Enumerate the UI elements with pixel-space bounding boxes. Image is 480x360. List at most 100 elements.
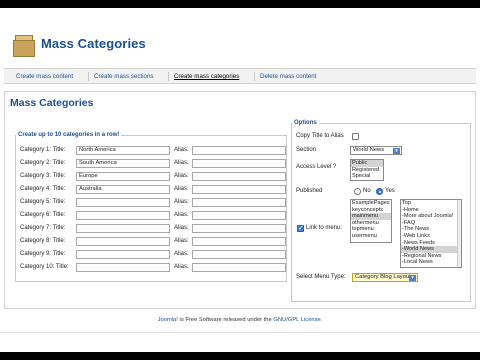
- joomla-link[interactable]: Joomla!: [158, 317, 178, 323]
- access-level-listbox[interactable]: Public Registered Special: [350, 159, 384, 181]
- category-alias-input[interactable]: [192, 172, 286, 181]
- menu-option[interactable]: keyconcepts: [351, 207, 391, 214]
- category-title-input[interactable]: Australia: [76, 185, 170, 194]
- category-label: Category 3: Title:: [20, 173, 66, 179]
- menu-item-option[interactable]: -The News: [401, 226, 461, 233]
- menu-item-option[interactable]: -News Feeds: [401, 240, 461, 247]
- menu-item-option[interactable]: -FAQ: [401, 220, 461, 227]
- published-no-radio[interactable]: [354, 188, 361, 195]
- section-select-value: World News: [353, 147, 385, 153]
- alias-label: Alias:: [174, 173, 189, 179]
- category-label: Category 1: Title:: [20, 147, 66, 153]
- category-alias-input[interactable]: [192, 198, 286, 207]
- category-label: Category 5: Title:: [20, 199, 66, 205]
- page-header: Mass Categories: [0, 8, 480, 64]
- menu-item-option[interactable]: -More about Joomla!: [401, 213, 461, 220]
- copy-title-label: Copy Title to Alias: [296, 133, 344, 139]
- access-level-option[interactable]: Special: [351, 173, 383, 180]
- menu-item-option[interactable]: -Local News: [401, 259, 461, 266]
- tab-create-mass-content[interactable]: Create mass content: [16, 73, 73, 80]
- menu-item-scrollbar[interactable]: [457, 200, 461, 267]
- category-label: Category 6: Title:: [20, 212, 66, 218]
- alias-label: Alias:: [174, 160, 189, 166]
- category-alias-input[interactable]: [192, 146, 286, 155]
- category-title-input[interactable]: [76, 224, 170, 233]
- menu-option[interactable]: usermenu: [351, 233, 391, 240]
- category-label: Category 4: Title:: [20, 186, 66, 192]
- license-link[interactable]: GNU/GPL License.: [273, 317, 322, 323]
- category-alias-input[interactable]: [192, 211, 286, 220]
- category-label: Category 8: Title:: [20, 238, 66, 244]
- access-level-option[interactable]: Public: [351, 160, 383, 167]
- alias-label: Alias:: [174, 212, 189, 218]
- menu-item-option[interactable]: -World News: [401, 246, 461, 253]
- options-legend: Options: [294, 120, 317, 126]
- page-title: Mass Categories: [10, 97, 94, 109]
- chevron-down-icon: ▼: [393, 148, 400, 154]
- bottom-bar: [0, 332, 480, 352]
- section-label: Section: [296, 147, 317, 153]
- menu-option[interactable]: mainmenu: [351, 213, 391, 220]
- menu-type-select-value: Category Blog Layout: [355, 274, 411, 280]
- menu-type-select[interactable]: Category Blog Layout ▼: [352, 273, 418, 282]
- copy-title-checkbox[interactable]: [352, 133, 359, 140]
- section-select[interactable]: World News ▼: [350, 146, 402, 155]
- published-no-label: No: [363, 188, 371, 194]
- alias-label: Alias:: [174, 238, 189, 244]
- category-alias-input[interactable]: [192, 159, 286, 168]
- category-title-input[interactable]: North America: [76, 146, 170, 155]
- header-title: Mass Categories: [41, 36, 146, 51]
- menu-option[interactable]: topmenu: [351, 226, 391, 233]
- tab-create-mass-categories[interactable]: Create mass categories: [174, 73, 239, 80]
- alias-label: Alias:: [174, 186, 189, 192]
- category-label: Category 7: Title:: [20, 225, 66, 231]
- options-fieldset: Options Copy Title to Alias Section Worl…: [291, 120, 471, 302]
- alias-label: Alias:: [174, 199, 189, 205]
- alias-label: Alias:: [174, 264, 189, 270]
- category-alias-input[interactable]: [192, 237, 286, 246]
- menu-type-label: Select Menu Type:: [296, 274, 346, 280]
- published-label: Published: [296, 188, 323, 194]
- footer: Joomla! is Free Software released under …: [0, 317, 480, 323]
- tab-delete-mass-content[interactable]: Delete mass content: [260, 73, 316, 80]
- published-yes-label: Yes: [385, 188, 395, 194]
- category-label: Category 2: Title:: [20, 160, 66, 166]
- category-alias-input[interactable]: [192, 250, 286, 259]
- tab-create-mass-sections[interactable]: Create mass sections: [94, 73, 154, 80]
- category-title-input[interactable]: [76, 211, 170, 220]
- link-to-menu-label: Link to menu:: [306, 225, 343, 231]
- category-alias-input[interactable]: [192, 224, 286, 233]
- alias-label: Alias:: [174, 225, 189, 231]
- published-yes-radio[interactable]: [376, 188, 383, 195]
- alias-label: Alias:: [174, 147, 189, 153]
- category-title-input[interactable]: [76, 250, 170, 259]
- box-icon: [13, 35, 35, 57]
- tab-separator: [168, 72, 169, 81]
- menu-item-listbox[interactable]: Top -Home -More about Joomla! -FAQ -The …: [400, 199, 462, 268]
- link-to-menu-checkbox[interactable]: [297, 224, 304, 232]
- chevron-down-icon: ▼: [409, 275, 416, 281]
- alias-label: Alias:: [174, 251, 189, 257]
- category-title-input[interactable]: [76, 237, 170, 246]
- footer-text: is Free Software released under the: [179, 317, 272, 323]
- category-title-input[interactable]: [76, 198, 170, 207]
- tab-separator: [254, 72, 255, 81]
- category-label: Category 10: Title:: [20, 264, 69, 270]
- menu-item-option[interactable]: Top: [401, 200, 461, 207]
- menu-option[interactable]: ExamplePages: [351, 200, 391, 207]
- category-alias-input[interactable]: [192, 263, 286, 272]
- menu-listbox[interactable]: ExamplePages keyconcepts mainmenu otherm…: [350, 199, 392, 243]
- categories-fieldset: Create up to 10 categories in a row! Cat…: [15, 132, 287, 282]
- menu-item-option[interactable]: -Home: [401, 207, 461, 214]
- menu-item-option[interactable]: -Web Links: [401, 233, 461, 240]
- menu-item-option[interactable]: -Regional News: [401, 253, 461, 260]
- category-title-input[interactable]: South America: [76, 159, 170, 168]
- category-title-input[interactable]: [76, 263, 170, 272]
- menu-option[interactable]: othermenu: [351, 220, 391, 227]
- tab-separator: [88, 72, 89, 81]
- category-alias-input[interactable]: [192, 185, 286, 194]
- access-level-option[interactable]: Registered: [351, 167, 383, 174]
- app-window: Mass Categories Create mass content Crea…: [0, 8, 480, 352]
- category-title-input[interactable]: Europe: [76, 172, 170, 181]
- category-label: Category 9: Title:: [20, 251, 66, 257]
